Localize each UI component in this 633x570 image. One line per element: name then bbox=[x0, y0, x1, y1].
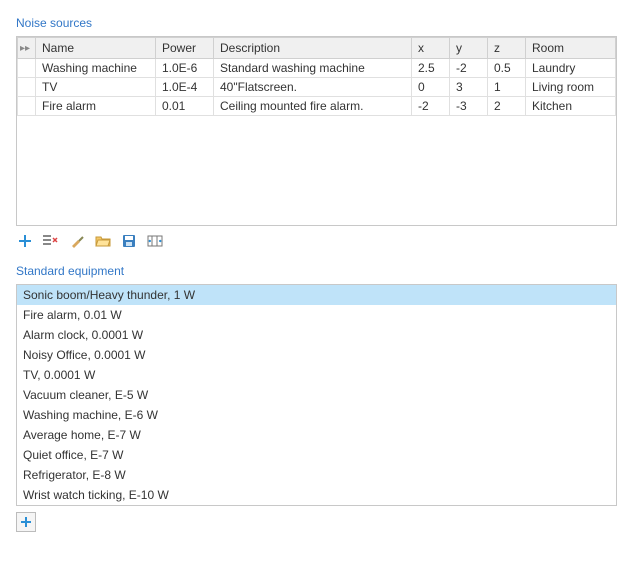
table-header-row: ▸▸ Name Power Description x y z Room bbox=[18, 38, 616, 59]
col-header-z[interactable]: z bbox=[488, 38, 526, 59]
cell-power[interactable]: 1.0E-4 bbox=[156, 78, 214, 97]
table-row[interactable]: Fire alarm0.01Ceiling mounted fire alarm… bbox=[18, 97, 616, 116]
list-delete-icon bbox=[43, 234, 59, 248]
cell-y[interactable]: -2 bbox=[450, 59, 488, 78]
list-item[interactable]: Fire alarm, 0.01 W bbox=[17, 305, 616, 325]
cell-z[interactable]: 0.5 bbox=[488, 59, 526, 78]
save-icon bbox=[122, 234, 136, 248]
noise-sources-title: Noise sources bbox=[16, 16, 617, 30]
plus-icon bbox=[18, 234, 32, 248]
list-item[interactable]: Alarm clock, 0.0001 W bbox=[17, 325, 616, 345]
table-toolbar bbox=[16, 226, 617, 260]
row-corner[interactable] bbox=[18, 59, 36, 78]
cell-room[interactable]: Kitchen bbox=[526, 97, 616, 116]
cell-x[interactable]: -2 bbox=[412, 97, 450, 116]
list-item[interactable]: Sonic boom/Heavy thunder, 1 W bbox=[17, 285, 616, 305]
list-item[interactable]: Refrigerator, E-8 W bbox=[17, 465, 616, 485]
autosize-columns-button[interactable] bbox=[146, 232, 164, 250]
list-item[interactable]: Quiet office, E-7 W bbox=[17, 445, 616, 465]
list-item[interactable]: TV, 0.0001 W bbox=[17, 365, 616, 385]
plus-icon bbox=[20, 516, 32, 528]
col-header-power[interactable]: Power bbox=[156, 38, 214, 59]
cell-y[interactable]: 3 bbox=[450, 78, 488, 97]
clear-table-button[interactable] bbox=[68, 232, 86, 250]
cell-room[interactable]: Laundry bbox=[526, 59, 616, 78]
cell-x[interactable]: 2.5 bbox=[412, 59, 450, 78]
cell-x[interactable]: 0 bbox=[412, 78, 450, 97]
cell-room[interactable]: Living room bbox=[526, 78, 616, 97]
col-header-description[interactable]: Description bbox=[214, 38, 412, 59]
col-header-x[interactable]: x bbox=[412, 38, 450, 59]
list-item[interactable]: Average home, E-7 W bbox=[17, 425, 616, 445]
cell-description[interactable]: Ceiling mounted fire alarm. bbox=[214, 97, 412, 116]
cell-power[interactable]: 0.01 bbox=[156, 97, 214, 116]
cell-y[interactable]: -3 bbox=[450, 97, 488, 116]
list-item[interactable]: Washing machine, E-6 W bbox=[17, 405, 616, 425]
standard-equipment-list[interactable]: Sonic boom/Heavy thunder, 1 WFire alarm,… bbox=[16, 284, 617, 506]
noise-sources-table-container: ▸▸ Name Power Description x y z Room Was… bbox=[16, 36, 617, 226]
cell-name[interactable]: TV bbox=[36, 78, 156, 97]
autosize-icon bbox=[147, 235, 163, 247]
list-item[interactable]: Noisy Office, 0.0001 W bbox=[17, 345, 616, 365]
cell-power[interactable]: 1.0E-6 bbox=[156, 59, 214, 78]
save-button[interactable] bbox=[120, 232, 138, 250]
cell-z[interactable]: 2 bbox=[488, 97, 526, 116]
broom-icon bbox=[69, 233, 85, 249]
col-header-name[interactable]: Name bbox=[36, 38, 156, 59]
cell-description[interactable]: 40"Flatscreen. bbox=[214, 78, 412, 97]
list-item[interactable]: Wrist watch ticking, E-10 W bbox=[17, 485, 616, 505]
cell-z[interactable]: 1 bbox=[488, 78, 526, 97]
delete-row-button[interactable] bbox=[42, 232, 60, 250]
standard-equipment-title: Standard equipment bbox=[16, 264, 617, 278]
table-row[interactable]: Washing machine1.0E-6Standard washing ma… bbox=[18, 59, 616, 78]
list-item[interactable]: Vacuum cleaner, E-5 W bbox=[17, 385, 616, 405]
table-corner[interactable]: ▸▸ bbox=[18, 38, 36, 59]
row-corner[interactable] bbox=[18, 97, 36, 116]
add-equipment-button[interactable] bbox=[16, 512, 36, 532]
cell-name[interactable]: Washing machine bbox=[36, 59, 156, 78]
noise-sources-table[interactable]: ▸▸ Name Power Description x y z Room Was… bbox=[17, 37, 616, 116]
cell-description[interactable]: Standard washing machine bbox=[214, 59, 412, 78]
folder-open-icon bbox=[95, 234, 111, 248]
col-header-y[interactable]: y bbox=[450, 38, 488, 59]
cell-name[interactable]: Fire alarm bbox=[36, 97, 156, 116]
add-row-button[interactable] bbox=[16, 232, 34, 250]
table-row[interactable]: TV1.0E-440"Flatscreen.031Living room bbox=[18, 78, 616, 97]
col-header-room[interactable]: Room bbox=[526, 38, 616, 59]
row-corner[interactable] bbox=[18, 78, 36, 97]
load-button[interactable] bbox=[94, 232, 112, 250]
